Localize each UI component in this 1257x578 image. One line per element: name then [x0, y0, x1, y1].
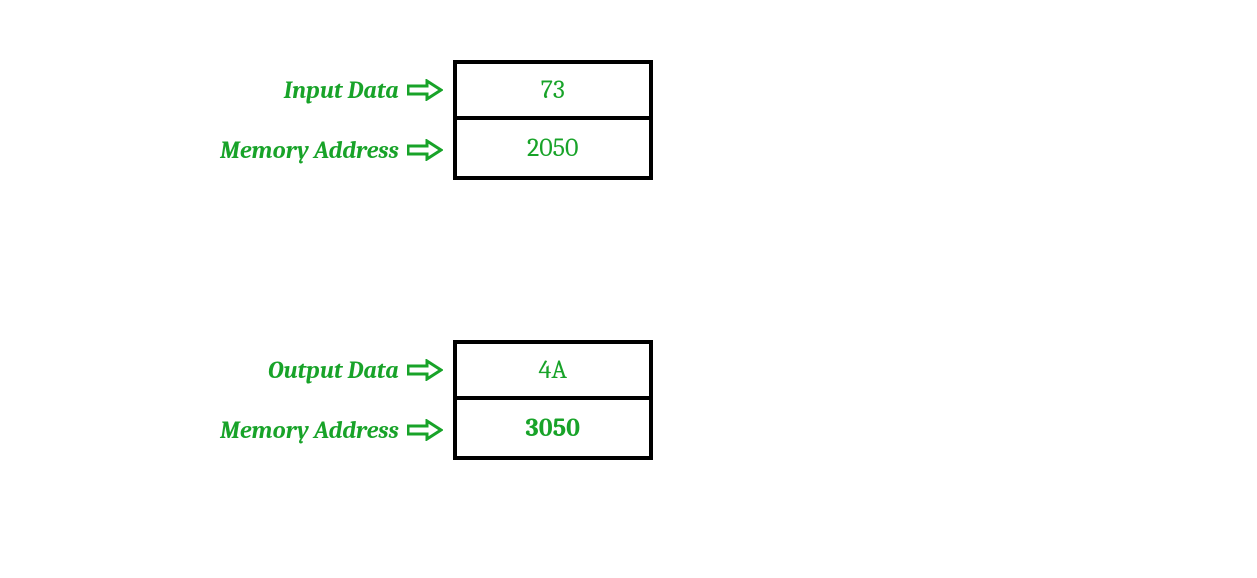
output-data-label-row: Output Data — [268, 340, 443, 400]
output-memory-label-row: Memory Address — [220, 400, 443, 460]
output-memory-address-value: 3050 — [526, 413, 580, 443]
input-labels-column: Input Data Memory Address — [220, 60, 443, 180]
input-memory-address-value: 2050 — [527, 133, 579, 163]
arrow-right-icon — [407, 419, 443, 441]
output-labels-column: Output Data Memory Address — [220, 340, 443, 460]
input-memory-box: 2050 — [453, 120, 653, 180]
output-memory-box: 3050 — [453, 400, 653, 460]
input-data-box: 73 — [453, 60, 653, 120]
input-memory-label-row: Memory Address — [220, 120, 443, 180]
output-group: Output Data Memory Address 4A 3050 — [220, 340, 653, 460]
input-memory-address-label: Memory Address — [220, 136, 399, 164]
output-data-label: Output Data — [268, 356, 399, 384]
output-boxes-column: 4A 3050 — [453, 340, 653, 460]
output-memory-address-label: Memory Address — [220, 416, 399, 444]
arrow-right-icon — [407, 79, 443, 101]
input-data-label: Input Data — [284, 76, 399, 104]
output-data-value: 4A — [539, 355, 567, 385]
input-data-value: 73 — [541, 75, 565, 105]
input-group: Input Data Memory Address 73 2050 — [220, 60, 653, 180]
arrow-right-icon — [407, 139, 443, 161]
output-data-box: 4A — [453, 340, 653, 400]
input-boxes-column: 73 2050 — [453, 60, 653, 180]
arrow-right-icon — [407, 359, 443, 381]
input-data-label-row: Input Data — [284, 60, 443, 120]
